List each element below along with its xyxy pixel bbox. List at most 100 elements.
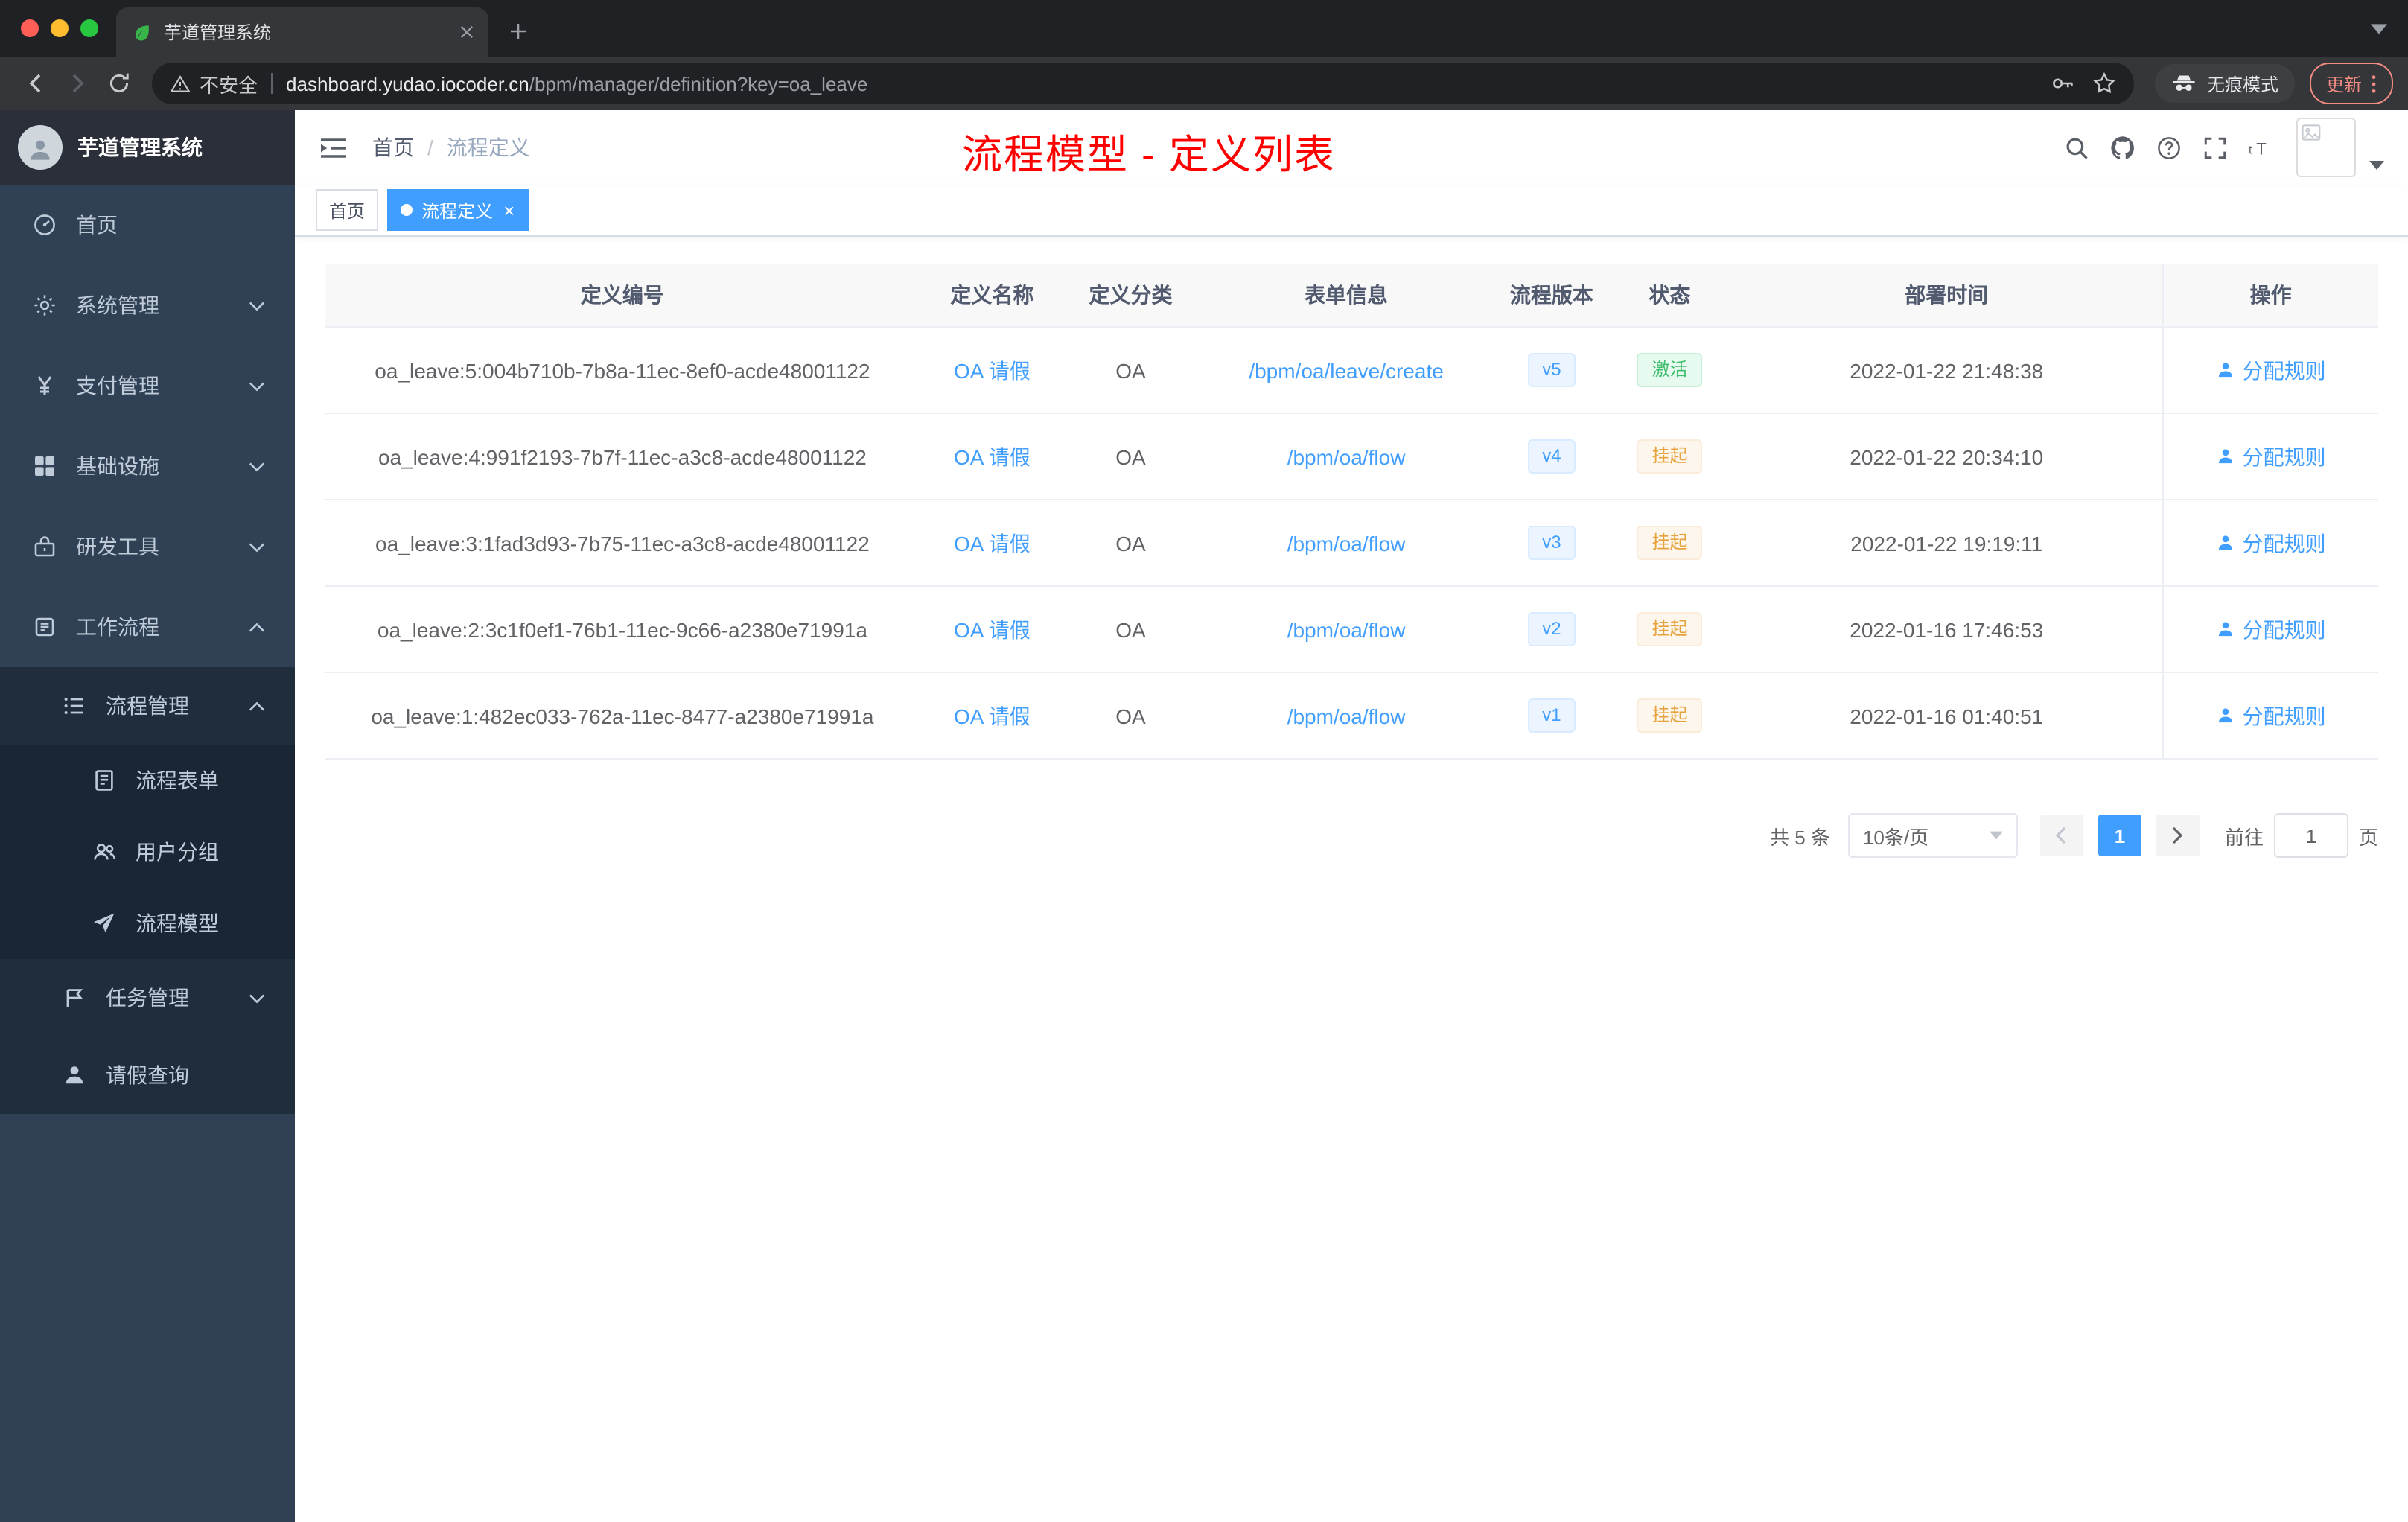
bookmark-star-icon[interactable] — [2092, 71, 2116, 95]
user-icon — [2216, 447, 2235, 466]
window-zoom-button[interactable] — [80, 19, 98, 37]
assign-rule-link[interactable]: 分配规则 — [2216, 442, 2326, 471]
user-icon — [2216, 706, 2235, 725]
sidebar-toggle-icon[interactable] — [319, 135, 348, 160]
sidebar-item-infrastructure[interactable]: 基础设施 — [0, 426, 295, 506]
form-link[interactable]: /bpm/oa/flow — [1287, 445, 1406, 468]
chevron-down-icon — [249, 380, 265, 391]
tag-close-icon[interactable]: × — [503, 200, 515, 220]
column-header: 流程版本 — [1495, 264, 1608, 328]
cell-deploy-time: 2022-01-22 20:34:10 — [1731, 413, 2163, 500]
forward-button[interactable] — [57, 63, 98, 104]
address-bar[interactable]: 不安全 dashboard.yudao.iocoder.cn/bpm/manag… — [152, 63, 2134, 104]
assign-rule-link[interactable]: 分配规则 — [2216, 701, 2326, 730]
sidebar-item-label: 工作流程 — [76, 615, 159, 639]
user-group-icon — [92, 840, 116, 864]
breadcrumb-current: 流程定义 — [446, 136, 530, 159]
window-close-button[interactable] — [21, 19, 39, 37]
person-icon — [63, 1063, 86, 1087]
sidebar-item-workflow[interactable]: 工作流程 — [0, 587, 295, 667]
reload-button[interactable] — [98, 63, 140, 104]
prev-page-button[interactable] — [2039, 815, 2083, 856]
key-icon[interactable] — [2051, 71, 2074, 95]
column-header: 定义编号 — [325, 264, 920, 328]
sidebar-item-system-management[interactable]: 系统管理 — [0, 265, 295, 346]
column-header: 操作 — [2162, 264, 2378, 328]
update-button[interactable]: 更新 — [2309, 63, 2393, 104]
breadcrumb-home[interactable]: 首页 — [372, 133, 414, 162]
cell-category: OA — [1063, 672, 1198, 760]
breadcrumb: 首页 / 流程定义 — [372, 133, 530, 162]
browser-toolbar: 不安全 dashboard.yudao.iocoder.cn/bpm/manag… — [0, 57, 2408, 110]
definition-name-link[interactable]: OA 请假 — [954, 704, 1031, 727]
back-button[interactable] — [15, 63, 57, 104]
cell-deploy-time: 2022-01-16 01:40:51 — [1731, 672, 2163, 760]
status-badge: 挂起 — [1637, 698, 1703, 733]
new-tab-button[interactable] — [500, 13, 536, 49]
window-controls — [21, 19, 98, 37]
current-page-button[interactable]: 1 — [2098, 815, 2141, 856]
status-badge: 挂起 — [1637, 439, 1703, 474]
next-page-button[interactable] — [2156, 815, 2200, 856]
assign-rule-link[interactable]: 分配规则 — [2216, 355, 2326, 385]
page-annotation-title: 流程模型 - 定义列表 — [962, 133, 1336, 177]
browser-menu-dots-icon[interactable] — [2371, 74, 2377, 93]
user-avatar[interactable] — [2296, 118, 2356, 177]
form-link[interactable]: /bpm/oa/flow — [1287, 704, 1406, 727]
goto-page-input[interactable] — [2273, 813, 2348, 858]
table-row: oa_leave:4:991f2193-7b7f-11ec-a3c8-acde4… — [325, 413, 2378, 500]
cell-definition-id: oa_leave:3:1fad3d93-7b75-11ec-a3c8-acde4… — [325, 500, 920, 587]
definition-name-link[interactable]: OA 请假 — [954, 617, 1031, 641]
github-icon[interactable] — [2106, 131, 2138, 164]
browser-tab-strip: 芋道管理系统 — [0, 0, 2408, 57]
column-header: 状态 — [1608, 264, 1732, 328]
sidebar-item-home[interactable]: 首页 — [0, 185, 295, 265]
cell-definition-id: oa_leave:4:991f2193-7b7f-11ec-a3c8-acde4… — [325, 413, 920, 500]
browser-tab[interactable]: 芋道管理系统 — [116, 7, 488, 57]
form-link[interactable]: /bpm/oa/flow — [1287, 531, 1406, 555]
search-icon[interactable] — [2060, 131, 2092, 164]
assign-rule-link[interactable]: 分配规则 — [2216, 528, 2326, 558]
goto-label: 前往 — [2224, 826, 2264, 848]
cell-category: OA — [1063, 327, 1198, 414]
definition-name-link[interactable]: OA 请假 — [954, 531, 1031, 555]
definition-name-link[interactable]: OA 请假 — [954, 358, 1031, 382]
sidebar-item-payment-management[interactable]: 支付管理 — [0, 346, 295, 426]
font-size-icon[interactable]: tT — [2244, 131, 2277, 164]
user-icon — [2216, 533, 2235, 553]
version-badge: v3 — [1527, 526, 1576, 560]
workflow-icon — [33, 615, 57, 639]
assign-rule-link[interactable]: 分配规则 — [2216, 614, 2326, 644]
chevron-down-icon — [249, 300, 265, 311]
fullscreen-icon[interactable] — [2198, 131, 2231, 164]
tab-search-icon[interactable] — [2371, 24, 2387, 34]
nav-tools: tT — [2060, 118, 2384, 177]
sidebar-item-process-management[interactable]: 流程管理 — [0, 667, 295, 745]
definition-name-link[interactable]: OA 请假 — [954, 445, 1031, 468]
yen-icon — [33, 374, 57, 398]
chevron-down-icon — [249, 461, 265, 471]
table-row: oa_leave:2:3c1f0ef1-76b1-11ec-9c66-a2380… — [325, 586, 2378, 673]
page-size-select[interactable]: 10条/页 — [1847, 813, 2018, 858]
sidebar-item-task-management[interactable]: 任务管理 — [0, 959, 295, 1037]
list-icon — [63, 694, 86, 718]
form-link[interactable]: /bpm/oa/leave/create — [1249, 358, 1444, 382]
sidebar-item-dev-tools[interactable]: 研发工具 — [0, 506, 295, 587]
sidebar-item-leave-query[interactable]: 请假查询 — [0, 1037, 295, 1114]
sidebar: 芋道管理系统 首页 系统管理 支付管理 基础设施 研发工具 工作流程 流程管理 流程表单 用户分… — [0, 110, 295, 1522]
tag-process-definition[interactable]: 流程定义 × — [387, 189, 529, 231]
sidebar-item-process-model[interactable]: 流程模型 — [0, 888, 295, 959]
screen: 芋道管理系统 不安全 dashboard.yudao.iocoder.cn/bp… — [0, 0, 2408, 1522]
form-link[interactable]: /bpm/oa/flow — [1287, 617, 1406, 641]
tab-close-icon[interactable] — [460, 25, 474, 39]
help-icon[interactable] — [2152, 131, 2185, 164]
sidebar-item-process-form[interactable]: 流程表单 — [0, 745, 295, 816]
tag-active-dot — [401, 204, 413, 216]
column-header: 定义分类 — [1063, 264, 1198, 328]
tag-home[interactable]: 首页 — [316, 189, 379, 231]
window-minimize-button[interactable] — [51, 19, 69, 37]
avatar-caret-icon[interactable] — [2369, 161, 2384, 170]
sidebar-item-label: 流程表单 — [136, 768, 219, 792]
column-header: 部署时间 — [1731, 264, 2163, 328]
sidebar-item-user-group[interactable]: 用户分组 — [0, 816, 295, 888]
